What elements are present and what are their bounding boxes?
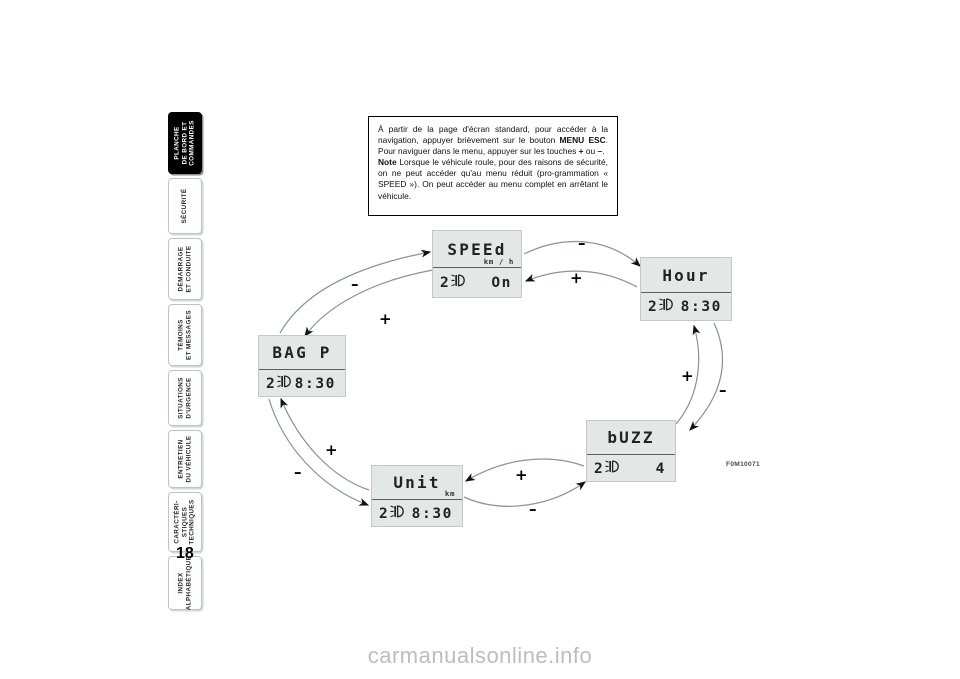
sidebar-tab-label: SÉCURITÉ <box>181 188 189 224</box>
site-watermark: carmanualsonline.info <box>0 643 960 669</box>
menu-flow-arrows <box>268 240 724 507</box>
display-right-value: 8:30 <box>411 505 453 522</box>
sidebar-section-tabs: PLANCHE DE BORD ET COMMANDES SÉCURITÉ DÉMARR… <box>168 112 204 610</box>
display-title: BAG P <box>272 343 332 362</box>
plus-sign-1: + <box>379 310 392 328</box>
minus-sign-9: – <box>294 463 302 481</box>
display-left-group: 2 <box>266 374 292 393</box>
note-text-4: . <box>602 146 605 157</box>
headlight-icon <box>390 504 405 517</box>
headlight-icon <box>277 374 292 393</box>
plus-sign-4: + <box>681 367 694 385</box>
display-unit: Unit km 2 8:30 <box>371 465 463 527</box>
sidebar-tab-label: INDEX ALPHABÉTIQUE <box>177 555 192 611</box>
note-paragraph-2: Lorsque le véhicule roule, pour des rais… <box>378 157 608 201</box>
sidebar-tab-label: ENTRETIEN DU VÉHICULE <box>177 435 192 483</box>
sidebar-tab-label: CARACTÉRI- STIQUES TECHNIQUES <box>173 499 196 545</box>
display-bag-p: BAG P 2 8:30 <box>258 335 346 397</box>
minus-sign-2: – <box>578 234 586 252</box>
headlight-icon <box>659 298 674 316</box>
sidebar-tab-5[interactable]: ENTRETIEN DU VÉHICULE <box>168 430 202 488</box>
display-title-row: SPEEd km / h <box>433 231 521 269</box>
display-title: SPEEd <box>447 239 507 259</box>
figure-reference-code: F0M10071 <box>726 461 760 468</box>
display-speed: SPEEd km / h 2 On <box>432 230 522 298</box>
display-unit-label: km <box>444 489 455 498</box>
display-title-row: Unit km <box>372 466 462 500</box>
display-right-value: 8:30 <box>294 375 336 392</box>
display-hour: Hour 2 8:30 <box>640 257 732 321</box>
headlight-icon <box>605 459 620 472</box>
note-menu-esc-bold: MENU ESC <box>559 135 606 146</box>
headlight-icon <box>659 298 674 311</box>
watermark-text: carmanualsonline.info <box>367 643 593 668</box>
sidebar-tab-label: PLANCHE DE BORD ET COMMANDES <box>173 120 196 166</box>
sidebar-tab-6[interactable]: CARACTÉRI- STIQUES TECHNIQUES <box>168 492 202 552</box>
display-value-row: 24 <box>587 455 675 482</box>
display-title: Hour <box>662 265 710 285</box>
headlight-icon <box>451 274 466 292</box>
display-unit-label: km / h <box>483 257 514 267</box>
note-paragraph: À partir de la page d'écran standard, po… <box>378 124 608 202</box>
note-text-3: ou <box>583 146 598 157</box>
sidebar-tab-label: SITUATIONS D'URGENCE <box>177 377 192 419</box>
minus-sign-7: – <box>529 500 537 518</box>
sidebar-tab-label: TÉMOINS ET MESSAGES <box>177 310 192 360</box>
display-value-row: 2 8:30 <box>372 500 462 527</box>
display-left-group: 2 <box>440 274 466 292</box>
display-value-row: 2 8:30 <box>641 293 731 321</box>
display-right-value: 8:30 <box>680 299 722 316</box>
display-right-value: 4 <box>655 460 666 477</box>
note-label: Note <box>378 157 397 168</box>
sidebar-tab-2[interactable]: DÉMARRAGE ET CONDUITE <box>168 238 202 300</box>
display-left-group: 2 <box>594 459 620 478</box>
headlight-icon <box>277 374 292 387</box>
display-value-row: 2 8:30 <box>259 370 345 397</box>
headlight-icon <box>390 504 405 523</box>
plus-sign-6: + <box>515 466 528 484</box>
instruction-note-box: À partir de la page d'écran standard, po… <box>368 116 618 216</box>
sidebar-tab-1[interactable]: SÉCURITÉ <box>168 178 202 234</box>
manual-page: PLANCHE DE BORD ET COMMANDES SÉCURITÉ DÉMARR… <box>0 0 960 679</box>
plus-sign-8: + <box>325 441 338 459</box>
sidebar-tab-0[interactable]: PLANCHE DE BORD ET COMMANDES <box>168 112 202 174</box>
display-title-row: bUZZ <box>587 421 675 455</box>
plus-sign-3: + <box>570 269 583 287</box>
headlight-icon <box>451 274 466 287</box>
display-title-row: Hour <box>641 258 731 294</box>
sidebar-tab-3[interactable]: TÉMOINS ET MESSAGES <box>168 304 202 366</box>
display-left-value: 2 <box>648 299 659 316</box>
sidebar-tab-7[interactable]: INDEX ALPHABÉTIQUE <box>168 556 202 610</box>
minus-sign-5: – <box>719 381 727 399</box>
display-title: Unit <box>393 473 441 492</box>
display-left-group: 2 <box>379 504 405 523</box>
display-left-group: 2 <box>648 298 674 316</box>
display-left-value: 2 <box>379 505 390 522</box>
headlight-icon <box>605 459 620 478</box>
sidebar-tab-label: DÉMARRAGE ET CONDUITE <box>177 245 192 293</box>
display-title: bUZZ <box>607 428 655 447</box>
display-left-value: 2 <box>440 275 451 292</box>
display-left-value: 2 <box>594 460 605 477</box>
display-title-row: BAG P <box>259 336 345 370</box>
sidebar-tab-4[interactable]: SITUATIONS D'URGENCE <box>168 370 202 426</box>
page-number: 18 <box>176 545 194 562</box>
display-left-value: 2 <box>266 375 277 392</box>
minus-sign-0: – <box>351 275 359 293</box>
display-value-row: 2 On <box>433 268 521 298</box>
display-buzz: bUZZ 2 4 <box>586 420 676 482</box>
display-right-value: On <box>491 275 512 292</box>
